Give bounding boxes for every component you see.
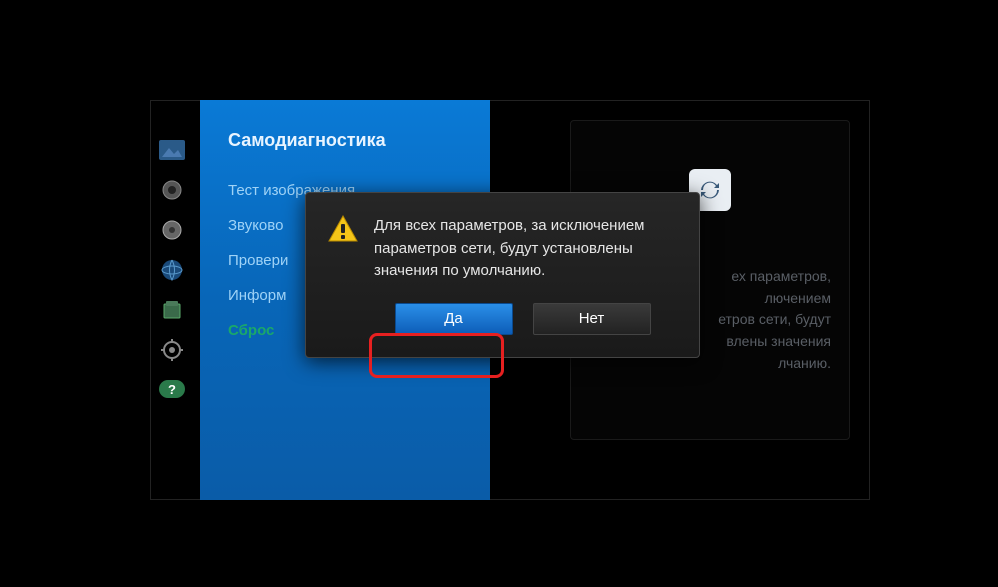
dialog-message: Для всех параметров, за исключением пара… <box>374 215 677 283</box>
picture-icon[interactable] <box>158 138 186 162</box>
system-icon[interactable] <box>158 298 186 322</box>
yes-button[interactable]: Да <box>395 303 513 335</box>
network-icon[interactable] <box>158 258 186 282</box>
no-button[interactable]: Нет <box>533 303 651 335</box>
settings-icon[interactable] <box>158 338 186 362</box>
support-icon[interactable]: ? <box>158 378 186 402</box>
confirmation-dialog: Для всех параметров, за исключением пара… <box>305 192 700 358</box>
dialog-buttons: Да Нет <box>328 303 677 335</box>
svg-text:?: ? <box>168 382 176 397</box>
warning-icon <box>328 215 358 283</box>
sidebar: ? <box>158 138 186 402</box>
panel-title: Самодиагностика <box>228 130 472 151</box>
channel-icon[interactable] <box>158 218 186 242</box>
sound-icon[interactable] <box>158 178 186 202</box>
